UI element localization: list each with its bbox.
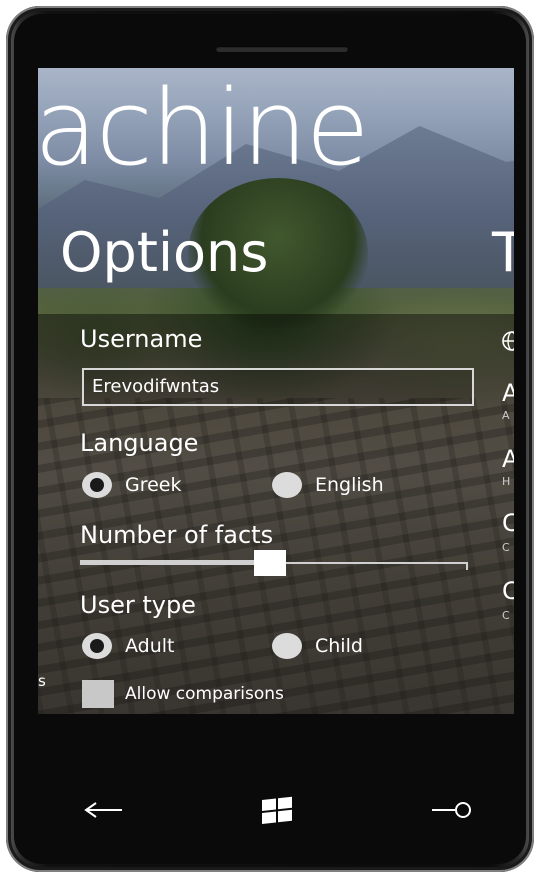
radio-child-label: Child <box>315 635 363 657</box>
radio-english-label: English <box>315 474 384 496</box>
facts-slider-fill <box>80 560 270 565</box>
peek-item-1-subtitle: A <box>502 409 510 422</box>
radio-child-indicator[interactable] <box>272 633 302 659</box>
user-type-label: User type <box>80 591 196 619</box>
username-label: Username <box>80 325 203 353</box>
radio-greek-label: Greek <box>125 474 182 496</box>
peek-item-3-title: C <box>502 509 514 537</box>
search-icon[interactable] <box>428 790 478 830</box>
peek-item-1-title: A <box>502 379 514 407</box>
app-screen: achine Options T Username Erevodifwntas … <box>38 68 514 714</box>
peek-item-2-title: A <box>502 445 514 473</box>
radio-adult-label: Adult <box>125 635 175 657</box>
pivot-header-options[interactable]: Options <box>60 218 268 288</box>
facts-slider-thumb[interactable] <box>254 550 286 576</box>
username-input[interactable]: Erevodifwntas <box>82 368 474 406</box>
speaker-grille <box>216 46 348 52</box>
panorama-title: achine <box>38 68 370 189</box>
peek-item-4-subtitle: C <box>502 609 510 622</box>
radio-adult-indicator[interactable] <box>82 633 112 659</box>
peek-item-3-subtitle: C <box>502 541 510 554</box>
radio-english-indicator[interactable] <box>272 472 302 498</box>
language-label: Language <box>80 429 199 457</box>
radio-greek-indicator[interactable] <box>82 472 112 498</box>
windows-logo-icon[interactable] <box>252 790 302 830</box>
peek-item-2-subtitle: H <box>502 475 511 488</box>
globe-icon <box>502 331 514 351</box>
back-arrow-icon[interactable] <box>78 790 128 830</box>
pivot-header-next[interactable]: T <box>492 218 514 288</box>
peek-item-4-title: C <box>502 577 514 605</box>
facts-slider[interactable] <box>80 546 468 586</box>
left-peek-text: s <box>38 672 46 690</box>
allow-comparisons-checkbox[interactable] <box>82 680 114 708</box>
allow-comparisons-label[interactable]: Allow comparisons <box>125 679 284 709</box>
